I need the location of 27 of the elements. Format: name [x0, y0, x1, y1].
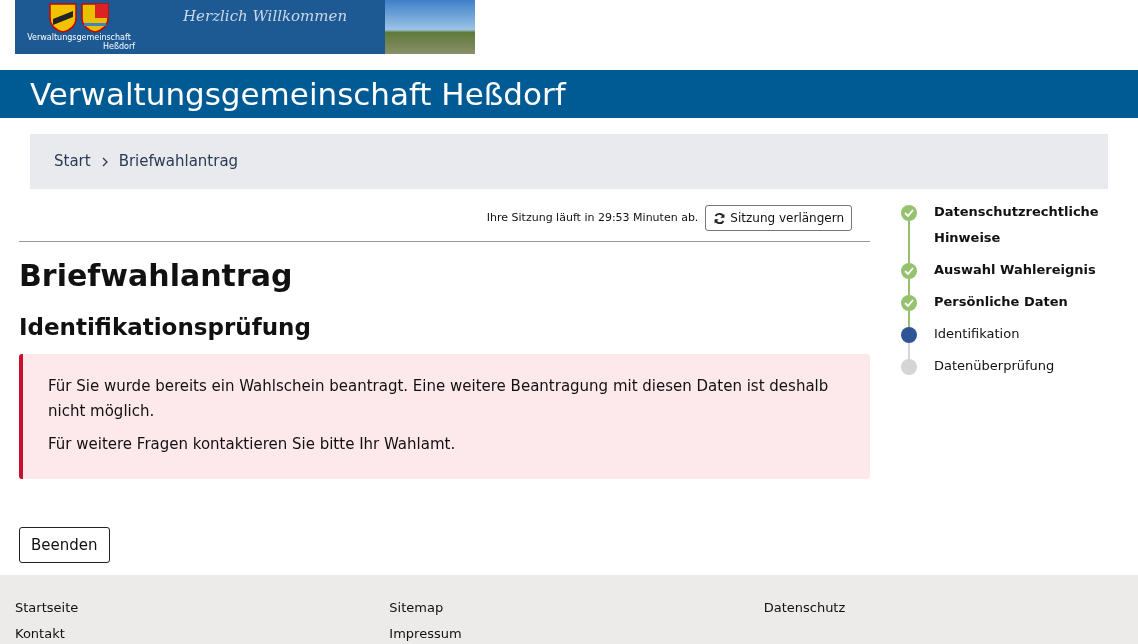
section-heading: Identifikationsprüfung — [19, 313, 312, 342]
coat-of-arms-icon — [49, 3, 77, 33]
banner-caption: Heßdorf — [102, 42, 137, 51]
extend-session-button[interactable]: Sitzung verlängern — [705, 205, 852, 231]
breadcrumb-link[interactable]: Start — [54, 150, 91, 173]
footer-link[interactable]: Sitemap — [389, 599, 764, 617]
footer-link[interactable]: Datenschutz — [763, 599, 1138, 617]
footer-link[interactable]: Startseite — [15, 599, 390, 617]
chevron-right-icon — [100, 156, 109, 167]
site-title: Verwaltungsgemeinschaft Heßdorf — [30, 74, 566, 114]
breadcrumb-current: Briefwahlantrag — [118, 151, 239, 173]
step-label: Auswahl Wahlereignis — [934, 261, 1097, 279]
finish-button[interactable]: Beenden — [19, 527, 110, 563]
page-heading: Briefwahlantrag — [19, 257, 294, 295]
banner-caption: Verwaltungsgemeinschaft — [27, 33, 131, 42]
footer-link[interactable]: Kontakt — [15, 625, 390, 643]
alert-message: Für Sie wurde bereits ein Wahlschein beantragt. Eine weitere Beantragung mit diesen Daten ist deshalb nicht möglich. — [48, 376, 830, 422]
refresh-icon — [713, 211, 727, 225]
step-label: Datenüberprüfung — [934, 357, 1056, 375]
coat-of-arms-icon — [81, 3, 109, 33]
step-label: Identifikation — [934, 325, 1021, 343]
step-label: Persönliche Daten — [934, 293, 1069, 311]
banner-greeting: Herzlich Willkommen — [183, 6, 348, 27]
session-timer-text: Ihre Sitzung läuft in 29:53 Minuten ab. — [486, 209, 699, 226]
alert-message: Für weitere Fragen kontaktieren Sie bitte Ihr Wahlamt. — [48, 434, 457, 455]
step-label: Datenschutzrechtliche Hinweise — [934, 203, 1099, 247]
footer-link[interactable]: Impressum — [389, 625, 764, 643]
